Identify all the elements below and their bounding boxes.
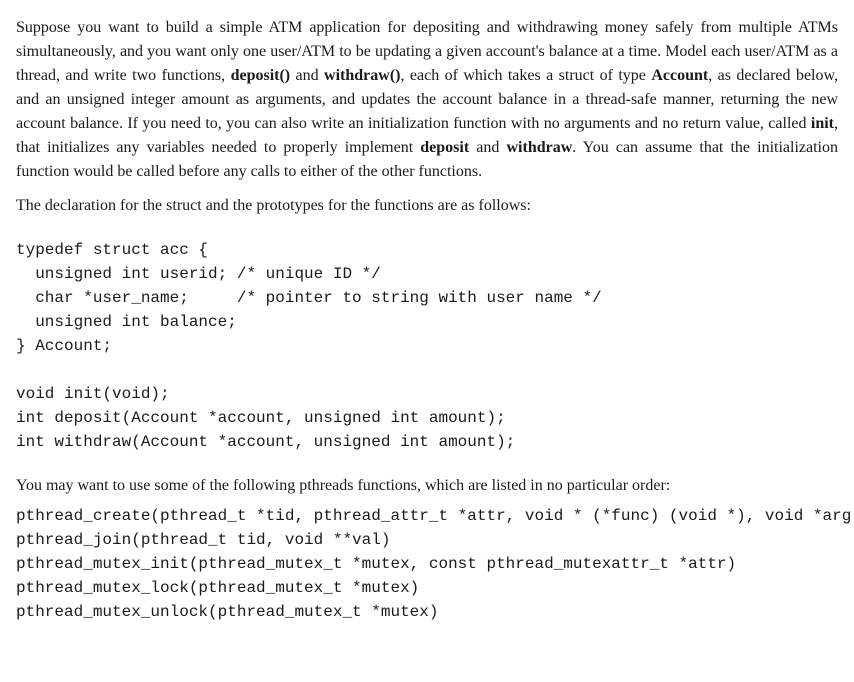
declaration-intro: The declaration for the struct and the p… <box>16 194 838 218</box>
problem-description: Suppose you want to build a simple ATM a… <box>16 16 838 184</box>
pthreads-intro: You may want to use some of the followin… <box>16 474 838 498</box>
function-name-withdraw: withdraw() <box>324 67 400 84</box>
struct-and-prototypes-code: typedef struct acc { unsigned int userid… <box>16 238 838 454</box>
text-segment: and <box>290 67 324 84</box>
text-segment: , each of which takes a struct of type <box>400 67 651 84</box>
function-name-init: init <box>811 115 834 132</box>
function-name-deposit: deposit() <box>231 67 291 84</box>
text-segment: and <box>469 139 506 156</box>
function-name-withdraw2: withdraw <box>507 139 573 156</box>
function-name-deposit2: deposit <box>420 139 469 156</box>
pthreads-api-list: pthread_create(pthread_t *tid, pthread_a… <box>16 504 838 624</box>
type-name-account: Account <box>651 67 708 84</box>
